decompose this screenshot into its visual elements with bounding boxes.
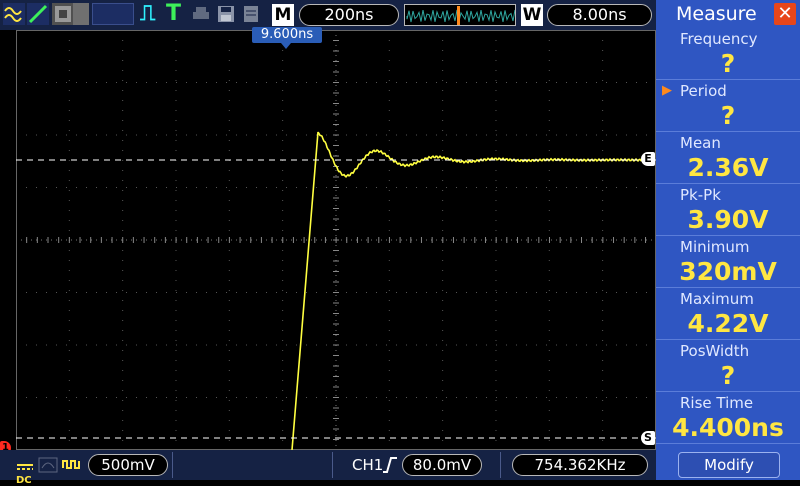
measure-label-text: Minimum [680, 238, 750, 256]
divider [500, 452, 501, 478]
measure-item-value: 2.36V [687, 153, 769, 182]
measure-label-text: PosWidth [680, 342, 750, 360]
bandwidth-limit-icon[interactable] [38, 456, 58, 474]
printer-icon[interactable] [190, 3, 212, 25]
measure-item-value: ? [720, 101, 736, 130]
measure-label-text: Pk-Pk [680, 186, 721, 204]
coupling-label: DC [16, 475, 32, 486]
waveform-icon[interactable] [3, 3, 25, 25]
trigger-status-icon: T [166, 1, 182, 26]
measure-item-label[interactable]: Frequency [656, 28, 800, 50]
trigger-source-label: CH1 [352, 456, 384, 474]
measure-item-value: ? [720, 361, 736, 390]
usb-print-icon[interactable] [240, 3, 262, 25]
window-timebase-badge: W [521, 4, 543, 26]
rising-edge-icon[interactable] [382, 456, 398, 474]
trigger-pointer-icon [281, 43, 291, 49]
divider [172, 452, 173, 478]
measure-label-text: Frequency [680, 30, 758, 48]
empty-indicator-box [92, 3, 134, 25]
measure-item-value: 4.400ns [672, 413, 784, 442]
window-timebase-readout[interactable]: 8.00ns [547, 4, 652, 26]
ch1-volts-div[interactable]: 500mV [88, 454, 168, 476]
modify-button[interactable]: Modify [678, 452, 780, 478]
probe-icon[interactable] [62, 456, 82, 474]
level-marker-s[interactable]: S [641, 431, 655, 445]
measure-item-label[interactable]: ▶ Period [656, 80, 800, 102]
measure-item-label[interactable]: PosWidth [656, 340, 800, 362]
measure-item-label[interactable]: Minimum [656, 236, 800, 258]
timebase-readout[interactable]: 200ns [299, 4, 399, 26]
grid-icon[interactable] [52, 3, 74, 25]
measure-label-text: Mean [680, 134, 721, 152]
trigger-level-readout[interactable]: 80.0mV [402, 454, 482, 476]
measure-item-label[interactable]: Pk-Pk [656, 184, 800, 206]
frequency-counter: 754.362KHz [512, 454, 648, 476]
measure-item-label[interactable]: Rise Time [656, 392, 800, 414]
measure-item-label[interactable]: Mean [656, 132, 800, 154]
dc-coupling-icon[interactable]: DC [16, 456, 34, 486]
level-marker-e[interactable]: E [641, 152, 655, 166]
measure-panel: Measure ✕ Frequency? ▶ Period? Mean 2.36V Pk-… [656, 0, 800, 480]
close-button[interactable]: ✕ [774, 3, 796, 25]
waveform-display[interactable] [16, 30, 656, 450]
measure-item-value: 3.90V [687, 205, 769, 234]
measure-item-value: ? [720, 49, 736, 78]
measure-label-text: Period [680, 82, 727, 100]
divider [656, 443, 800, 444]
vector-display-icon[interactable] [27, 3, 49, 25]
main-timebase-badge: M [272, 4, 294, 26]
panel-title: Measure [676, 3, 757, 25]
divider [332, 452, 333, 478]
measure-label-text: Rise Time [680, 394, 754, 412]
trigger-position-tag[interactable]: 9.600ns [252, 27, 322, 43]
save-icon[interactable] [215, 3, 237, 25]
selected-arrow-icon: ▶ [662, 83, 672, 98]
ch1-trace [16, 131, 656, 450]
measure-item-label[interactable]: Maximum [656, 288, 800, 310]
intensity-icon[interactable] [73, 3, 89, 25]
memory-position-bar[interactable] [404, 4, 516, 26]
status-bar: ⎍ T M 200ns W 8.00ns [0, 0, 656, 30]
measure-label-text: Maximum [680, 290, 754, 308]
channel-bar: DC 500mV CH1 80.0mV 754.362KHz [0, 450, 656, 486]
measure-item-value: 320mV [679, 257, 777, 286]
run-mode-icon[interactable]: ⎍ [140, 1, 155, 27]
measure-item-value: 4.22V [687, 309, 769, 338]
